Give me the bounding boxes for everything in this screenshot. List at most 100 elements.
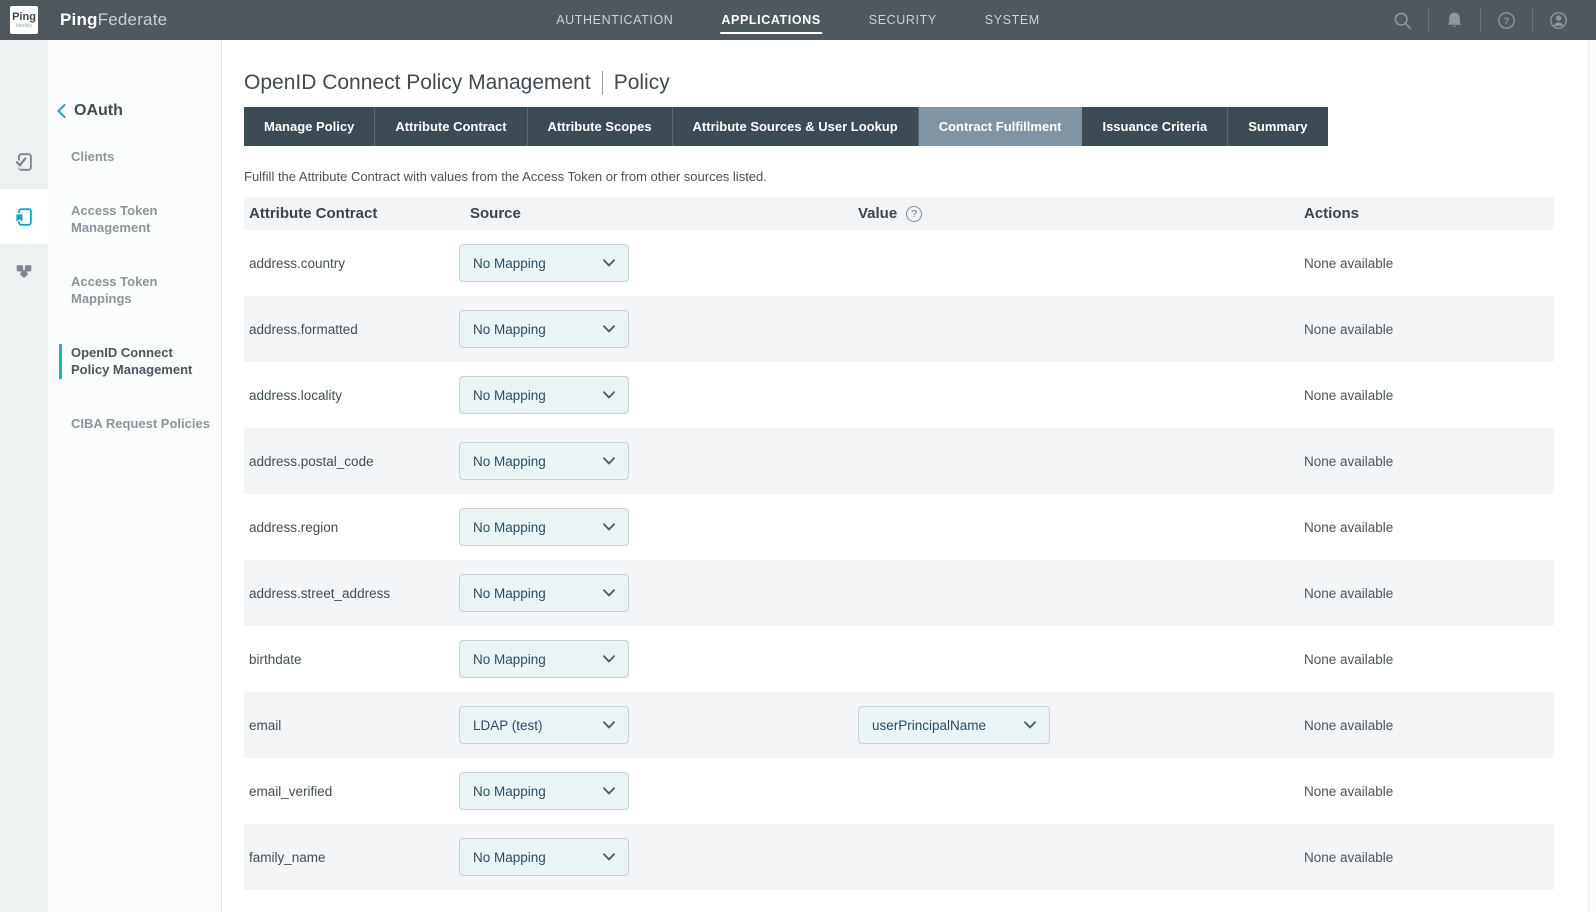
source-dropdown[interactable]: No Mapping: [459, 508, 629, 546]
actions-cell: None available: [1304, 454, 1554, 469]
chevron-down-icon: [603, 391, 615, 399]
search-icon[interactable]: [1392, 10, 1413, 31]
sidebar-item-access-token-mappings[interactable]: Access Token Mappings: [71, 273, 213, 308]
notifications-icon[interactable]: [1444, 10, 1465, 31]
attribute-name: address.locality: [244, 388, 459, 403]
chevron-down-icon: [603, 523, 615, 531]
value-cell: userPrincipalName: [858, 706, 1304, 744]
table-header-row: Attribute Contract Source Value ? Action…: [244, 197, 1554, 230]
sidebar-item-access-token-management[interactable]: Access Token Management: [71, 202, 213, 237]
vertical-scrollbar[interactable]: [1588, 40, 1596, 912]
source-cell: No Mapping: [459, 838, 858, 876]
oauth-label: OAuth: [74, 102, 123, 120]
source-dropdown[interactable]: No Mapping: [459, 442, 629, 480]
sidebar-items: Clients Access Token Management Access Tok…: [71, 148, 213, 468]
tab-attribute-contract[interactable]: Attribute Contract: [375, 107, 527, 146]
value-dropdown[interactable]: userPrincipalName: [858, 706, 1050, 744]
attribute-name: email_verified: [244, 784, 459, 799]
header-actions: Actions: [1304, 205, 1554, 222]
sidebar-item-clients[interactable]: Clients: [71, 148, 213, 166]
table-row: address.street_addressNo Mapping None ava…: [244, 560, 1554, 626]
attribute-name: address.country: [244, 256, 459, 271]
table-row: address.locality No Mapping None available: [244, 362, 1554, 428]
nav-applications[interactable]: APPLICATIONS: [721, 10, 820, 30]
source-dropdown-value: No Mapping: [473, 520, 546, 535]
sidebar-item-openid-connect-policy-management[interactable]: OpenID Connect Policy Management: [59, 344, 213, 379]
source-dropdown[interactable]: No Mapping: [459, 640, 629, 678]
tab-manage-policy[interactable]: Manage Policy: [244, 107, 375, 146]
page-title-sub: Policy: [614, 71, 670, 95]
help-icon[interactable]: ?: [1496, 10, 1517, 31]
tab-summary[interactable]: Summary: [1228, 107, 1327, 146]
table-row: address.regionNo MappingNone available: [244, 494, 1554, 560]
header-source: Source: [459, 205, 858, 222]
source-dropdown[interactable]: No Mapping: [459, 772, 629, 810]
access-token-mappings-icon[interactable]: [0, 244, 48, 299]
attribute-name: address.formatted: [244, 322, 459, 337]
header-attribute-contract: Attribute Contract: [244, 205, 459, 222]
table-body: address.countryNo MappingNone availablea…: [244, 230, 1554, 890]
sidebar-item-ciba-request-policies[interactable]: CIBA Request Policies: [71, 415, 213, 433]
source-cell: No Mapping: [459, 640, 858, 678]
nav-security[interactable]: SECURITY: [869, 10, 937, 30]
actions-cell: None available: [1304, 388, 1554, 403]
source-dropdown-value: No Mapping: [473, 256, 546, 271]
source-dropdown-value: No Mapping: [473, 388, 546, 403]
source-dropdown[interactable]: No Mapping: [459, 574, 629, 612]
source-dropdown-value: No Mapping: [473, 784, 546, 799]
ping-logo[interactable]: Ping Identity: [10, 6, 38, 34]
topbar-divider: [1532, 8, 1533, 32]
account-icon[interactable]: [1548, 10, 1569, 31]
tab-attribute-scopes[interactable]: Attribute Scopes: [528, 107, 673, 146]
source-cell: No Mapping: [459, 772, 858, 810]
value-help-icon[interactable]: ?: [906, 206, 922, 222]
chevron-down-icon: [603, 721, 615, 729]
tab-bar: Manage PolicyAttribute ContractAttribute…: [244, 107, 1328, 146]
actions-cell: None available: [1304, 322, 1554, 337]
actions-cell: None available: [1304, 586, 1554, 601]
clients-icon[interactable]: [0, 134, 48, 189]
access-token-management-icon[interactable]: [0, 189, 48, 244]
source-dropdown-value: No Mapping: [473, 322, 546, 337]
app-title: PingFederate: [60, 10, 167, 30]
title-divider: [602, 71, 603, 95]
page-description: Fulfill the Attribute Contract with valu…: [244, 169, 1596, 184]
source-dropdown[interactable]: No Mapping: [459, 838, 629, 876]
source-cell: No Mapping: [459, 244, 858, 282]
table-row: address.formatted No Mapping None availabl…: [244, 296, 1554, 362]
source-dropdown[interactable]: No Mapping: [459, 376, 629, 414]
attribute-name: address.postal_code: [244, 454, 459, 469]
nav-authentication[interactable]: AUTHENTICATION: [556, 10, 673, 30]
chevron-down-icon: [603, 655, 615, 663]
attribute-name: address.region: [244, 520, 459, 535]
source-cell: LDAP (test): [459, 706, 858, 744]
header-value: Value ?: [858, 205, 1304, 222]
table-row: family_nameNo MappingNone available: [244, 824, 1554, 890]
topbar: Ping Identity PingFederate AUTHENTICATIO…: [0, 0, 1596, 40]
top-icons: ?: [1377, 0, 1596, 40]
source-dropdown-value: No Mapping: [473, 454, 546, 469]
value-dropdown-value: userPrincipalName: [872, 718, 986, 733]
chevron-down-icon: [603, 457, 615, 465]
source-dropdown[interactable]: No Mapping: [459, 244, 629, 282]
tab-issuance-criteria[interactable]: Issuance Criteria: [1082, 107, 1228, 146]
oauth-back-link[interactable]: OAuth: [57, 102, 123, 120]
topbar-divider: [1480, 8, 1481, 32]
tab-contract-fulfillment[interactable]: Contract Fulfillment: [919, 107, 1083, 146]
chevron-down-icon: [603, 589, 615, 597]
topbar-divider: [1428, 8, 1429, 32]
source-cell: No Mapping: [459, 508, 858, 546]
source-dropdown[interactable]: LDAP (test): [459, 706, 629, 744]
source-dropdown-value: LDAP (test): [473, 718, 543, 733]
actions-cell: None available: [1304, 850, 1554, 865]
attribute-name: address.street_address: [244, 586, 459, 601]
source-dropdown-value: No Mapping: [473, 652, 546, 667]
tab-attribute-sources-user-lookup[interactable]: Attribute Sources & User Lookup: [673, 107, 919, 146]
shell: OAuth Clients Access Token Management Acce…: [0, 40, 1596, 912]
nav-system[interactable]: SYSTEM: [985, 10, 1040, 30]
source-cell: No Mapping: [459, 376, 858, 414]
actions-cell: None available: [1304, 784, 1554, 799]
attribute-name: birthdate: [244, 652, 459, 667]
source-dropdown[interactable]: No Mapping: [459, 310, 629, 348]
source-cell: No Mapping: [459, 442, 858, 480]
